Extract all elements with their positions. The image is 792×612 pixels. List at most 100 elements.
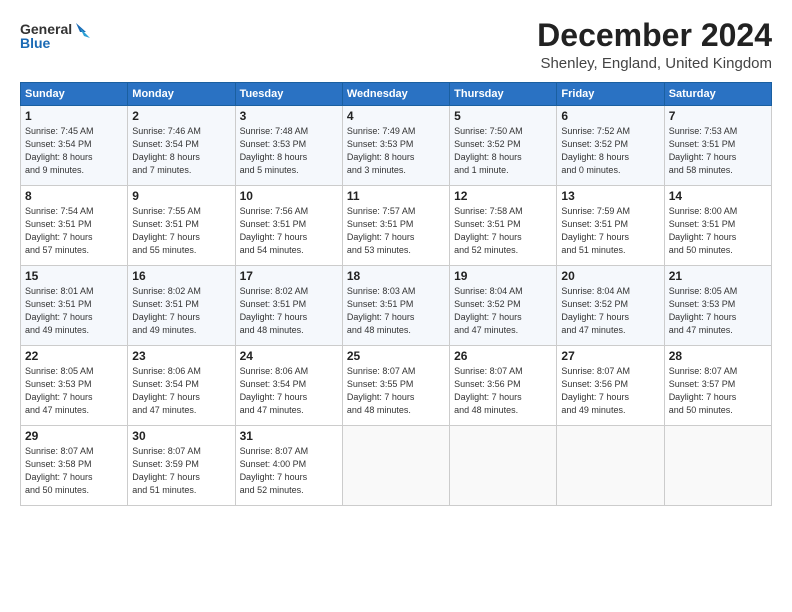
day-info: Sunrise: 8:02 AM Sunset: 3:51 PM Dayligh… [132,285,230,337]
calendar-body: 1Sunrise: 7:45 AM Sunset: 3:54 PM Daylig… [21,106,772,506]
calendar-cell: 16 Sunrise: 8:02 AM Sunset: 3:51 PM Dayli… [128,266,235,346]
calendar-cell: 28Sunrise: 8:07 AM Sunset: 3:57 PM Dayli… [664,346,771,426]
day-info: Sunrise: 8:07 AM Sunset: 3:55 PM Dayligh… [347,365,445,417]
day-info: Sunrise: 8:04 AM Sunset: 3:52 PM Dayligh… [454,285,552,337]
day-info: Sunrise: 8:00 AM Sunset: 3:51 PM Dayligh… [669,205,767,257]
calendar-header: Sunday Monday Tuesday Wednesday Thursday… [21,83,772,106]
day-info: Sunrise: 8:07 AM Sunset: 4:00 PM Dayligh… [240,445,338,497]
day-number: 31 [240,429,338,443]
day-number: 30 [132,429,230,443]
calendar-week-2: 8 Sunrise: 7:54 AM Sunset: 3:51 PM Daylig… [21,186,772,266]
calendar-cell: 21Sunrise: 8:05 AM Sunset: 3:53 PM Dayli… [664,266,771,346]
day-info: Sunrise: 8:01 AM Sunset: 3:51 PM Dayligh… [25,285,123,337]
calendar-cell: 8 Sunrise: 7:54 AM Sunset: 3:51 PM Daylig… [21,186,128,266]
calendar-cell: 24 Sunrise: 8:06 AM Sunset: 3:54 PM Dayli… [235,346,342,426]
calendar-cell: 27Sunrise: 8:07 AM Sunset: 3:56 PM Dayli… [557,346,664,426]
col-thursday: Thursday [450,83,557,106]
day-number: 20 [561,269,659,283]
day-info: Sunrise: 8:02 AM Sunset: 3:51 PM Dayligh… [240,285,338,337]
day-info: Sunrise: 8:03 AM Sunset: 3:51 PM Dayligh… [347,285,445,337]
calendar-cell: 7Sunrise: 7:53 AM Sunset: 3:51 PM Daylig… [664,106,771,186]
day-info: Sunrise: 7:52 AM Sunset: 3:52 PM Dayligh… [561,125,659,177]
day-info: Sunrise: 8:06 AM Sunset: 3:54 PM Dayligh… [240,365,338,417]
day-number: 15 [25,269,123,283]
title-block: December 2024 Shenley, England, United K… [537,18,772,72]
day-info: Sunrise: 8:04 AM Sunset: 3:52 PM Dayligh… [561,285,659,337]
calendar-cell: 3 Sunrise: 7:48 AM Sunset: 3:53 PM Daylig… [235,106,342,186]
day-info: Sunrise: 8:07 AM Sunset: 3:56 PM Dayligh… [561,365,659,417]
col-friday: Friday [557,83,664,106]
day-info: Sunrise: 7:48 AM Sunset: 3:53 PM Dayligh… [240,125,338,177]
calendar-cell: 1Sunrise: 7:45 AM Sunset: 3:54 PM Daylig… [21,106,128,186]
day-number: 7 [669,109,767,123]
day-number: 10 [240,189,338,203]
calendar-cell: 31 Sunrise: 8:07 AM Sunset: 4:00 PM Dayli… [235,426,342,506]
day-info: Sunrise: 7:50 AM Sunset: 3:52 PM Dayligh… [454,125,552,177]
day-number: 24 [240,349,338,363]
calendar-table: Sunday Monday Tuesday Wednesday Thursday… [20,82,772,506]
day-number: 11 [347,189,445,203]
calendar-cell: 10 Sunrise: 7:56 AM Sunset: 3:51 PM Dayli… [235,186,342,266]
col-saturday: Saturday [664,83,771,106]
calendar-cell: 18 Sunrise: 8:03 AM Sunset: 3:51 PM Dayli… [342,266,449,346]
header-row: Sunday Monday Tuesday Wednesday Thursday… [21,83,772,106]
day-info: Sunrise: 8:07 AM Sunset: 3:56 PM Dayligh… [454,365,552,417]
day-info: Sunrise: 8:07 AM Sunset: 3:58 PM Dayligh… [25,445,123,497]
day-info: Sunrise: 7:54 AM Sunset: 3:51 PM Dayligh… [25,205,123,257]
col-wednesday: Wednesday [342,83,449,106]
day-number: 29 [25,429,123,443]
day-number: 8 [25,189,123,203]
calendar-cell [557,426,664,506]
day-number: 25 [347,349,445,363]
calendar-cell [342,426,449,506]
calendar-cell: 20 Sunrise: 8:04 AM Sunset: 3:52 PM Dayli… [557,266,664,346]
calendar-cell [664,426,771,506]
calendar-cell: 2 Sunrise: 7:46 AM Sunset: 3:54 PM Daylig… [128,106,235,186]
day-number: 2 [132,109,230,123]
calendar-cell: 26Sunrise: 8:07 AM Sunset: 3:56 PM Dayli… [450,346,557,426]
day-number: 12 [454,189,552,203]
day-info: Sunrise: 7:46 AM Sunset: 3:54 PM Dayligh… [132,125,230,177]
day-number: 28 [669,349,767,363]
calendar-cell: 22 Sunrise: 8:05 AM Sunset: 3:53 PM Dayli… [21,346,128,426]
logo-svg: GeneralBlue [20,18,90,56]
calendar-cell: 6Sunrise: 7:52 AM Sunset: 3:52 PM Daylig… [557,106,664,186]
col-tuesday: Tuesday [235,83,342,106]
day-number: 13 [561,189,659,203]
calendar-cell: 25 Sunrise: 8:07 AM Sunset: 3:55 PM Dayli… [342,346,449,426]
header: GeneralBlue December 2024 Shenley, Engla… [20,18,772,72]
calendar-cell: 5 Sunrise: 7:50 AM Sunset: 3:52 PM Daylig… [450,106,557,186]
day-info: Sunrise: 7:55 AM Sunset: 3:51 PM Dayligh… [132,205,230,257]
logo: GeneralBlue [20,18,90,56]
day-number: 18 [347,269,445,283]
day-number: 5 [454,109,552,123]
day-number: 22 [25,349,123,363]
calendar-cell: 15 Sunrise: 8:01 AM Sunset: 3:51 PM Dayli… [21,266,128,346]
day-number: 1 [25,109,123,123]
day-info: Sunrise: 7:57 AM Sunset: 3:51 PM Dayligh… [347,205,445,257]
calendar-cell: 29 Sunrise: 8:07 AM Sunset: 3:58 PM Dayli… [21,426,128,506]
page: GeneralBlue December 2024 Shenley, Engla… [0,0,792,612]
calendar-cell: 30Sunrise: 8:07 AM Sunset: 3:59 PM Dayli… [128,426,235,506]
day-info: Sunrise: 7:59 AM Sunset: 3:51 PM Dayligh… [561,205,659,257]
day-number: 16 [132,269,230,283]
col-sunday: Sunday [21,83,128,106]
calendar-cell: 12 Sunrise: 7:58 AM Sunset: 3:51 PM Dayli… [450,186,557,266]
calendar-week-4: 22 Sunrise: 8:05 AM Sunset: 3:53 PM Dayli… [21,346,772,426]
calendar-cell: 17Sunrise: 8:02 AM Sunset: 3:51 PM Dayli… [235,266,342,346]
calendar-cell: 14 Sunrise: 8:00 AM Sunset: 3:51 PM Dayli… [664,186,771,266]
calendar-week-1: 1Sunrise: 7:45 AM Sunset: 3:54 PM Daylig… [21,106,772,186]
day-info: Sunrise: 7:49 AM Sunset: 3:53 PM Dayligh… [347,125,445,177]
subtitle: Shenley, England, United Kingdom [537,55,772,72]
day-info: Sunrise: 8:06 AM Sunset: 3:54 PM Dayligh… [132,365,230,417]
calendar-week-5: 29 Sunrise: 8:07 AM Sunset: 3:58 PM Dayli… [21,426,772,506]
day-info: Sunrise: 7:56 AM Sunset: 3:51 PM Dayligh… [240,205,338,257]
day-number: 14 [669,189,767,203]
day-info: Sunrise: 7:58 AM Sunset: 3:51 PM Dayligh… [454,205,552,257]
day-info: Sunrise: 8:05 AM Sunset: 3:53 PM Dayligh… [25,365,123,417]
calendar-cell [450,426,557,506]
day-number: 3 [240,109,338,123]
day-number: 21 [669,269,767,283]
calendar-cell: 4Sunrise: 7:49 AM Sunset: 3:53 PM Daylig… [342,106,449,186]
calendar-cell: 19Sunrise: 8:04 AM Sunset: 3:52 PM Dayli… [450,266,557,346]
